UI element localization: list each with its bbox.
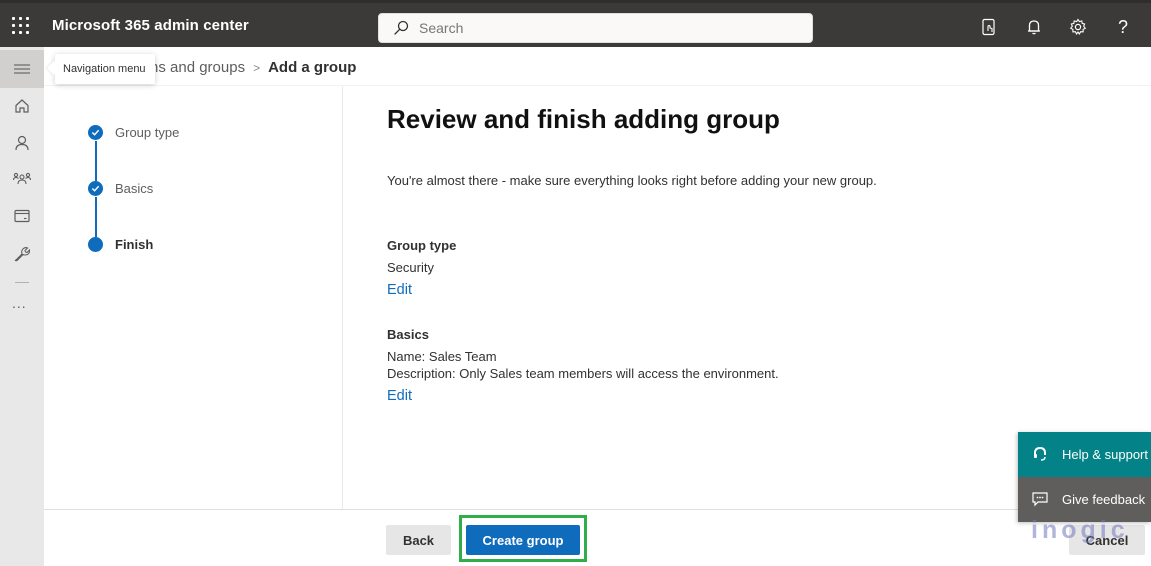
search-icon xyxy=(394,20,409,35)
help-question-icon[interactable]: ? xyxy=(1113,17,1133,37)
group-type-value: Security xyxy=(387,260,434,275)
settings-gear-icon[interactable] xyxy=(1068,17,1088,37)
step-connector xyxy=(95,197,97,237)
mobile-app-icon[interactable] xyxy=(979,17,999,37)
step-connector xyxy=(95,141,97,181)
step-label: Group type xyxy=(115,125,180,140)
create-group-button[interactable]: Create group xyxy=(466,525,580,555)
home-icon[interactable] xyxy=(12,96,32,116)
user-icon[interactable] xyxy=(12,133,32,153)
search-input[interactable] xyxy=(419,14,799,42)
breadcrumb-teams-and-groups[interactable]: ns and groups xyxy=(150,59,245,76)
step-group-type[interactable]: Group type xyxy=(88,124,288,142)
notifications-bell-icon[interactable] xyxy=(1024,17,1044,37)
billing-card-icon[interactable] xyxy=(12,206,32,226)
feedback-chat-icon xyxy=(1032,491,1048,507)
breadcrumb-separator: > xyxy=(253,61,261,75)
intro-text: You're almost there - make sure everythi… xyxy=(387,173,877,188)
wizard-divider xyxy=(342,86,343,509)
breadcrumb-current: Add a group xyxy=(268,59,357,76)
teams-groups-icon[interactable] xyxy=(12,169,32,189)
basics-name: Name: Sales Team xyxy=(387,349,497,364)
footer-divider xyxy=(44,509,1151,510)
search-box[interactable] xyxy=(378,13,813,43)
left-navigation: ... xyxy=(0,47,44,566)
back-button[interactable]: Back xyxy=(386,525,451,555)
content-divider xyxy=(44,85,1151,86)
basics-description: Description: Only Sales team members wil… xyxy=(387,366,779,381)
floating-help-panel: Help & support Give feedback xyxy=(1018,432,1151,522)
step-basics[interactable]: Basics xyxy=(88,180,288,198)
top-bar: Microsoft 365 admin center ? xyxy=(0,0,1151,47)
checkmark-icon xyxy=(88,125,103,140)
breadcrumb: ns and groups > Add a group xyxy=(150,59,356,76)
help-support-label: Help & support xyxy=(1062,447,1148,462)
step-finish: Finish xyxy=(88,236,288,254)
help-support-button[interactable]: Help & support xyxy=(1018,432,1151,477)
edit-basics-link[interactable]: Edit xyxy=(387,388,412,404)
app-title[interactable]: Microsoft 365 admin center xyxy=(52,17,249,34)
current-step-dot-icon xyxy=(88,237,103,252)
cancel-button[interactable]: Cancel xyxy=(1069,525,1145,555)
more-ellipsis-icon[interactable]: ... xyxy=(12,295,27,311)
app-launcher-icon[interactable] xyxy=(12,17,30,35)
step-label: Finish xyxy=(115,237,154,252)
navigation-menu-tooltip: Navigation menu xyxy=(55,54,155,84)
headset-icon xyxy=(1032,446,1048,462)
checkmark-icon xyxy=(88,181,103,196)
give-feedback-label: Give feedback xyxy=(1062,492,1146,507)
section-title-basics: Basics xyxy=(387,327,429,342)
hamburger-icon[interactable] xyxy=(0,50,44,88)
step-label: Basics xyxy=(115,181,154,196)
page-title: Review and finish adding group xyxy=(387,104,780,134)
setup-wrench-icon[interactable] xyxy=(12,244,32,264)
edit-group-type-link[interactable]: Edit xyxy=(387,282,412,298)
nav-divider xyxy=(15,282,29,283)
section-title-group-type: Group type xyxy=(387,238,457,253)
give-feedback-button[interactable]: Give feedback xyxy=(1018,477,1151,522)
